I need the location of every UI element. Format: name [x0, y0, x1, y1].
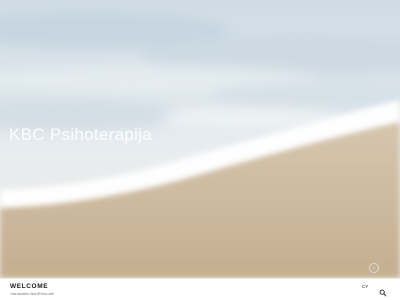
search-icon	[379, 289, 387, 297]
hero-tagline: ··· · ··· ···	[10, 151, 30, 156]
hero-image: KBC Psihoterapija ··· · ··· ··· ⌄	[0, 0, 400, 278]
search-button[interactable]	[379, 284, 387, 297]
hero-title: KBC Psihoterapija	[9, 125, 153, 144]
site-title[interactable]: WELCOME	[10, 283, 48, 290]
site-description: Just another WordPress site	[10, 292, 54, 296]
water-waves	[0, 12, 400, 131]
language-switch[interactable]: CY	[362, 284, 368, 289]
page: KBC Psihoterapija ··· · ··· ··· ⌄ WELCOM…	[0, 0, 400, 300]
site-header-bar: WELCOME Just another WordPress site CY	[0, 278, 400, 300]
chevron-down-icon[interactable]: ⌄	[369, 263, 379, 273]
